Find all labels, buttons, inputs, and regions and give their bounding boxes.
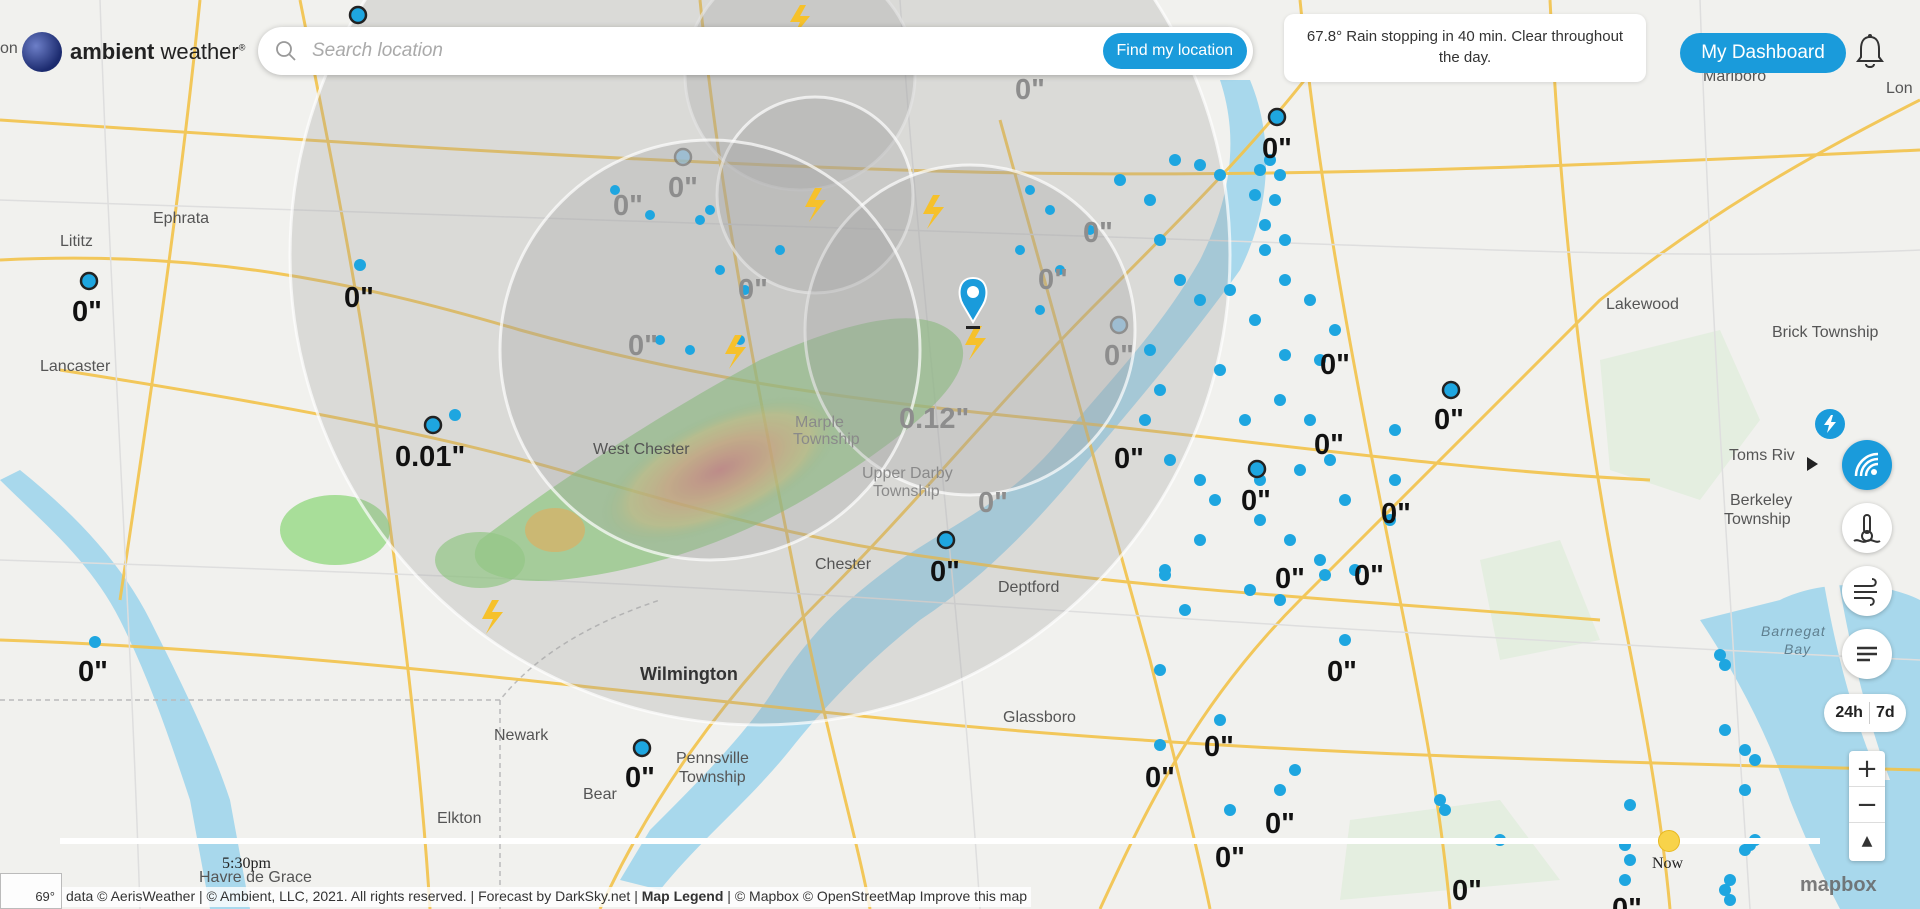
rainfall-reading[interactable]: 0": [1015, 74, 1045, 107]
menu-lines-icon: [1857, 646, 1877, 662]
rainfall-reading[interactable]: 0": [1314, 429, 1344, 462]
rainfall-reading[interactable]: 0": [1204, 731, 1234, 764]
rainfall-reading[interactable]: 0": [1320, 349, 1350, 382]
rainfall-reading[interactable]: 0": [1434, 404, 1464, 437]
radar-icon: [1854, 452, 1879, 477]
rainfall-reading[interactable]: 0": [1381, 498, 1411, 531]
rainfall-reading[interactable]: 0": [1038, 264, 1068, 297]
rainfall-reading[interactable]: 0": [930, 556, 960, 589]
rainfall-reading[interactable]: 0": [1452, 875, 1482, 908]
zoom-in-button[interactable]: +: [1849, 751, 1885, 787]
rainfall-reading[interactable]: 0": [1612, 893, 1642, 909]
logo-text: ambient weather®: [70, 39, 246, 64]
rainfall-reading[interactable]: 0": [668, 172, 698, 205]
timeline-now-label: Now: [1652, 855, 1684, 872]
map-legend-link[interactable]: Map Legend: [642, 888, 724, 904]
timeline-start-label: 5:30pm: [222, 855, 271, 872]
rainfall-reading[interactable]: 0": [1104, 340, 1134, 373]
forecast-summary: 67.8° Rain stopping in 40 min. Clear thr…: [1284, 14, 1646, 82]
radar-layer-button[interactable]: [1842, 440, 1892, 490]
thermometer-icon: [1853, 514, 1881, 543]
rainfall-reading[interactable]: 0": [1262, 133, 1292, 166]
time-range-toggle: 24h 7d: [1824, 694, 1906, 732]
rainfall-reading[interactable]: 0": [978, 487, 1008, 520]
rainfall-reading[interactable]: 0": [78, 656, 108, 689]
rainfall-reading[interactable]: 0": [1241, 485, 1271, 518]
ambient-weather-logo[interactable]: ambient weather®: [22, 32, 245, 72]
rainfall-reading[interactable]: 0": [1327, 656, 1357, 689]
search-icon: [272, 37, 300, 65]
timeline-track[interactable]: [60, 838, 1820, 844]
rainfall-reading[interactable]: 0": [1114, 443, 1144, 476]
rainfall-reading[interactable]: 0": [344, 282, 374, 315]
rainfall-reading[interactable]: 0": [1145, 762, 1175, 795]
lightning-layer-icon[interactable]: [1815, 409, 1845, 439]
rainfall-reading[interactable]: 0": [1083, 217, 1113, 250]
map-base: [0, 0, 1920, 909]
find-my-location-button[interactable]: Find my location: [1102, 33, 1247, 69]
range-24h-button[interactable]: 24h: [1829, 704, 1869, 722]
rainfall-reading[interactable]: 0": [72, 296, 102, 329]
search-input[interactable]: [300, 40, 1103, 62]
wind-layer-button[interactable]: [1842, 566, 1892, 616]
rainfall-reading[interactable]: 0.01": [395, 441, 465, 474]
temperature-layer-button[interactable]: [1842, 503, 1892, 553]
play-icon[interactable]: [1807, 457, 1818, 471]
rainfall-reading[interactable]: 0": [1215, 842, 1245, 875]
rainfall-reading[interactable]: 0": [625, 762, 655, 795]
rainfall-reading[interactable]: 0": [613, 190, 643, 223]
range-7d-button[interactable]: 7d: [1870, 704, 1901, 722]
rainfall-reading[interactable]: 0": [1265, 808, 1295, 841]
logo-globe-icon: [22, 32, 62, 72]
wind-icon: [1854, 578, 1877, 606]
rainfall-reading[interactable]: 0.12": [899, 403, 969, 436]
rainfall-reading[interactable]: 0": [1354, 560, 1384, 593]
compass-button[interactable]: ▲: [1849, 823, 1885, 859]
rainfall-reading[interactable]: 0": [628, 330, 658, 363]
rainfall-reading[interactable]: 0": [1275, 563, 1305, 596]
zoom-out-button[interactable]: −: [1849, 787, 1885, 823]
mapbox-logo[interactable]: mapbox: [1800, 874, 1877, 897]
search-bar: Find my location: [258, 27, 1253, 75]
temperature-badge: 69°: [0, 873, 62, 909]
map-attribution: data © AerisWeather | © Ambient, LLC, 20…: [62, 887, 1032, 907]
weather-map[interactable]: Ephrata Lititz Lancaster West Chester Ma…: [0, 0, 1920, 909]
zoom-control: + − ▲: [1849, 751, 1885, 861]
my-dashboard-button[interactable]: My Dashboard: [1680, 33, 1846, 73]
timeline-now-handle[interactable]: [1658, 830, 1680, 852]
bell-icon[interactable]: [1854, 33, 1886, 71]
rainfall-reading[interactable]: 0": [738, 274, 768, 307]
legend-menu-button[interactable]: [1842, 629, 1892, 679]
